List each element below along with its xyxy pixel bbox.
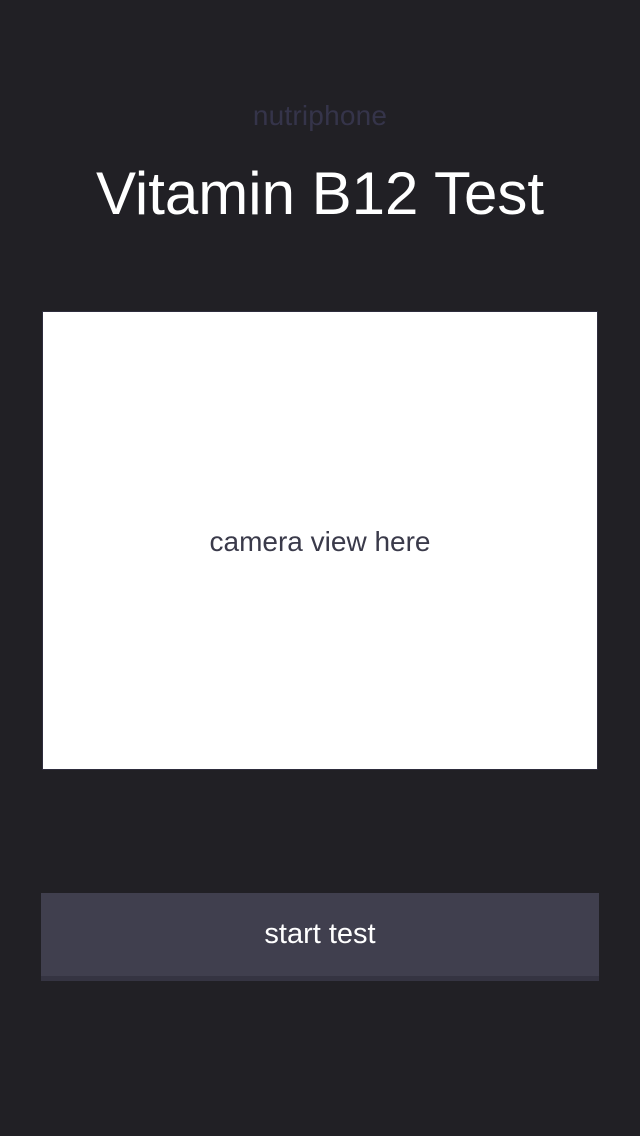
start-test-button[interactable]: start test — [41, 893, 599, 981]
app-brand: nutriphone — [252, 100, 388, 131]
page-title: Vitamin B12 Test — [95, 160, 545, 227]
camera-placeholder-label: camera view here — [209, 525, 431, 557]
camera-view: camera view here — [42, 311, 598, 770]
start-test-label: start test — [264, 918, 376, 950]
